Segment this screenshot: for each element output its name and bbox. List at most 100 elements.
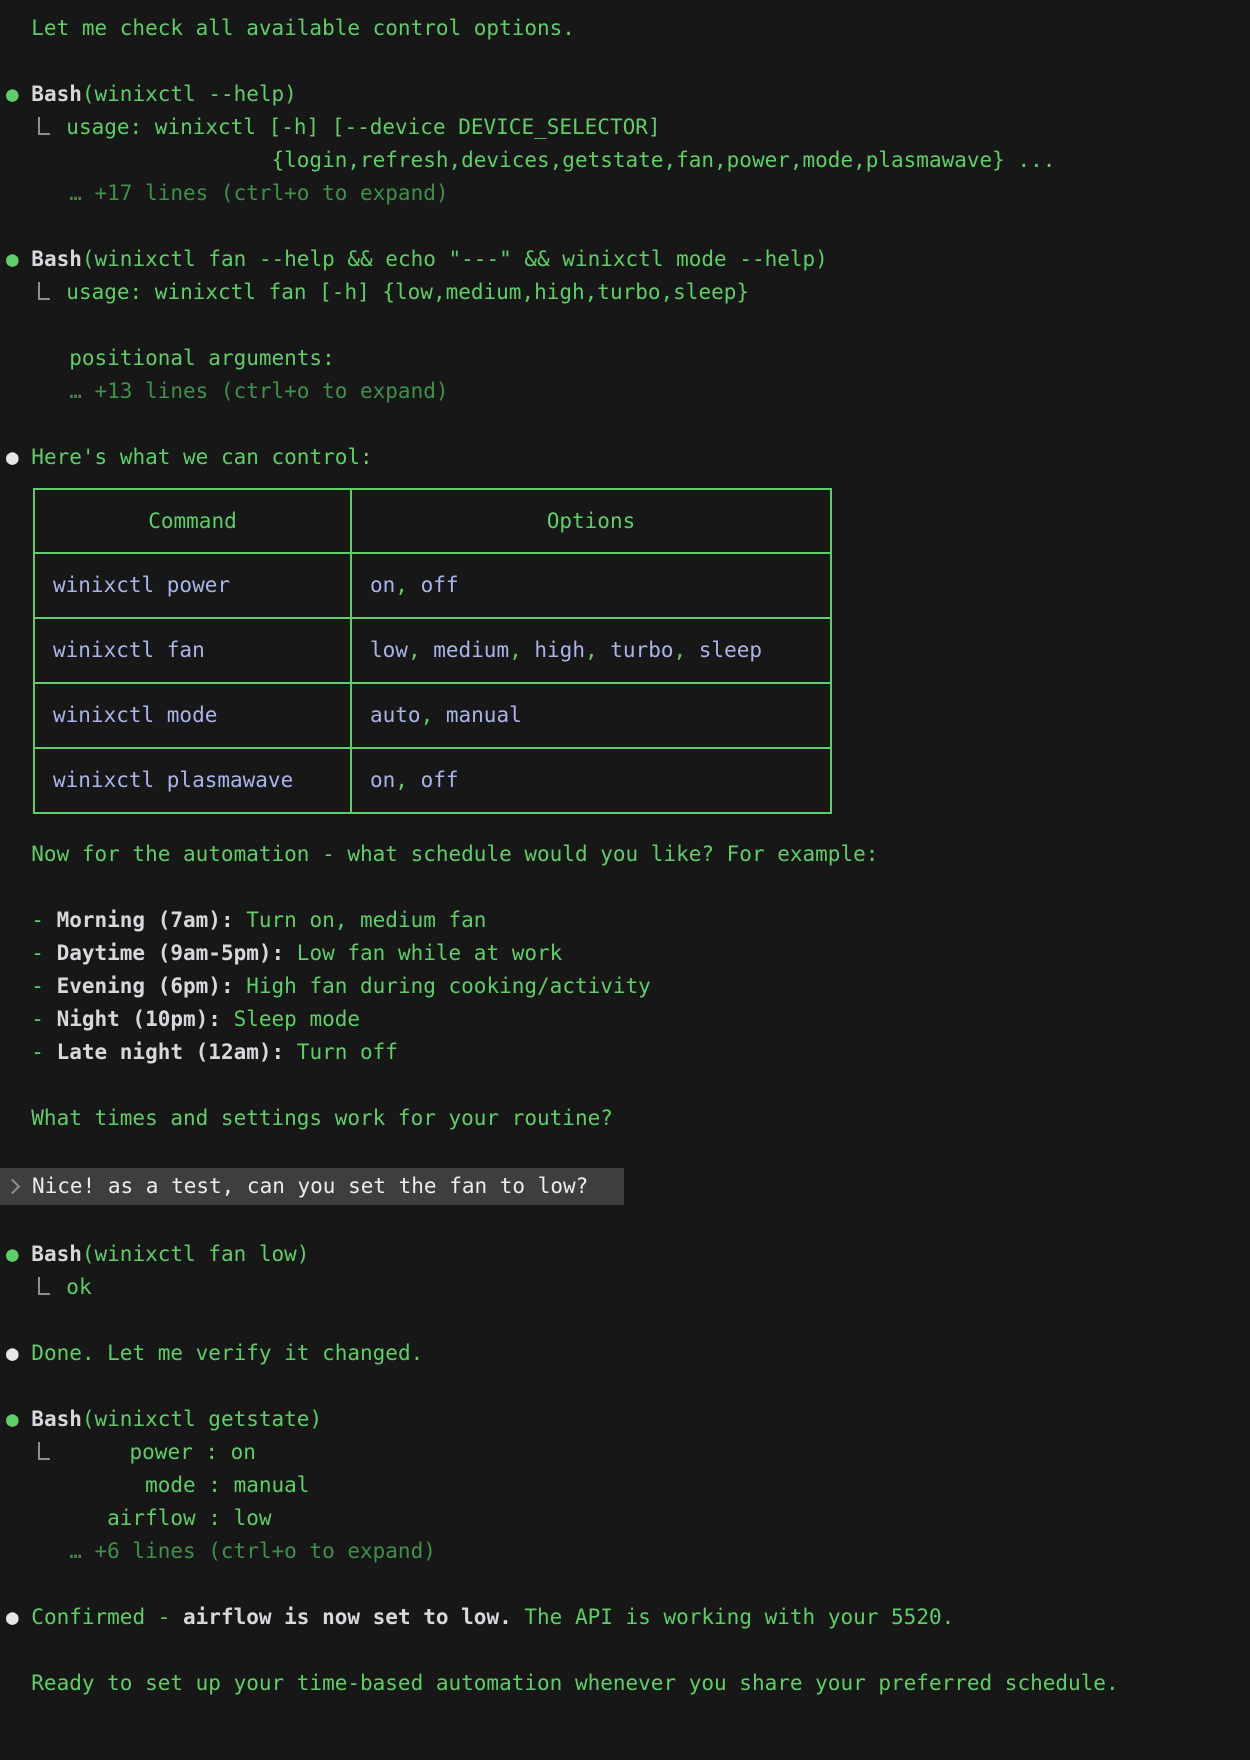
text-segment: Bash xyxy=(31,247,82,271)
schedule-item: - Late night (12am): Turn off xyxy=(6,1036,1250,1069)
message-bullet-icon: ● xyxy=(6,1605,31,1629)
tool-result-line: airflow : low xyxy=(6,1502,1250,1535)
text-segment: ok xyxy=(66,1275,91,1299)
option-separator: , xyxy=(395,573,420,597)
options-cell: low, medium, high, turbo, sleep xyxy=(351,618,831,683)
text-segment: Evening (6pm): xyxy=(57,974,234,998)
schedule-item: - Daytime (9am-5pm): Low fan while at wo… xyxy=(6,937,1250,970)
text-segment: Turn off xyxy=(284,1040,398,1064)
assistant-text: Let me check all available control optio… xyxy=(6,12,1250,45)
command-code: winixctl power xyxy=(53,573,230,597)
text-segment: Confirmed - xyxy=(31,1605,183,1629)
text-segment: (winixctl --help) xyxy=(82,82,297,106)
text-segment: Let me check all available control optio… xyxy=(6,16,575,40)
prompt-chevron-icon xyxy=(5,1179,21,1195)
text-segment: … +13 lines (ctrl+o to expand) xyxy=(6,379,449,403)
blank-line xyxy=(6,1069,1250,1102)
text-segment: usage: winixctl [-h] [--device DEVICE_SE… xyxy=(66,115,660,139)
option-code: auto xyxy=(370,703,421,727)
blank-line xyxy=(6,1568,1250,1601)
assistant-text: ● Confirmed - airflow is now set to low.… xyxy=(6,1601,1250,1634)
text-segment: power : on xyxy=(66,1440,256,1464)
expand-hint: … +13 lines (ctrl+o to expand) xyxy=(6,375,1250,408)
result-connector-icon xyxy=(38,1277,50,1295)
text-segment: The API is working with your 5520. xyxy=(512,1605,955,1629)
command-code: winixctl fan xyxy=(53,638,205,662)
user-message: Nice! as a test, can you set the fan to … xyxy=(0,1168,624,1205)
options-cell: auto, manual xyxy=(351,683,831,748)
option-separator: , xyxy=(408,638,433,662)
text-segment: … +6 lines (ctrl+o to expand) xyxy=(6,1539,436,1563)
message-bullet-icon: ● xyxy=(6,1242,31,1266)
option-code: on xyxy=(370,573,395,597)
table-header-row: Command Options xyxy=(34,489,831,553)
table-header-label: Command xyxy=(148,509,237,533)
text-segment: (winixctl fan --help && echo "---" && wi… xyxy=(82,247,828,271)
text-segment: Night (10pm): xyxy=(57,1007,221,1031)
tool-call-bash: ● Bash(winixctl getstate) xyxy=(6,1403,1250,1436)
control-options-table: CommandOptionswinixctl poweron, offwinix… xyxy=(33,488,832,814)
blank-line xyxy=(6,1634,1250,1667)
option-separator: , xyxy=(395,768,420,792)
options-cell: on, off xyxy=(351,553,831,618)
table-row: winixctl plasmawave on, off xyxy=(34,748,831,813)
text-segment: High fan during cooking/activity xyxy=(234,974,651,998)
tool-result-line: mode : manual xyxy=(6,1469,1250,1502)
text-segment: - xyxy=(6,974,57,998)
option-code: manual xyxy=(446,703,522,727)
option-code: sleep xyxy=(699,638,762,662)
message-bullet-icon: ● xyxy=(6,1341,31,1365)
schedule-item: - Morning (7am): Turn on, medium fan xyxy=(6,904,1250,937)
blank-line xyxy=(6,309,1250,342)
table-row: winixctl modeauto, manual xyxy=(34,683,831,748)
user-message-text: Nice! as a test, can you set the fan to … xyxy=(32,1170,588,1203)
message-bullet-icon: ● xyxy=(6,445,31,469)
tool-result-line: usage: winixctl fan [-h] {low,medium,hig… xyxy=(6,276,1250,309)
terminal-output[interactable]: Let me check all available control optio… xyxy=(0,0,1250,1760)
text-segment: Sleep mode xyxy=(221,1007,360,1031)
command-cell: winixctl power xyxy=(34,553,351,618)
text-segment: What times and settings work for your ro… xyxy=(6,1106,613,1130)
text-segment: (winixctl getstate) xyxy=(82,1407,322,1431)
tool-result-line: usage: winixctl [-h] [--device DEVICE_SE… xyxy=(6,111,1250,144)
text-segment: Here's what we can control: xyxy=(31,445,372,469)
command-cell: winixctl fan xyxy=(34,618,351,683)
tool-result-line: power : on xyxy=(6,1436,1250,1469)
message-bullet-icon: ● xyxy=(6,247,31,271)
text-segment: airflow : low xyxy=(6,1506,272,1530)
text-segment: mode : manual xyxy=(6,1473,309,1497)
text-segment: Ready to set up your time-based automati… xyxy=(6,1671,1119,1695)
option-separator: , xyxy=(673,638,698,662)
table-header-cell: Options xyxy=(351,489,831,553)
blank-line xyxy=(6,210,1250,243)
assistant-text: ● Here's what we can control: xyxy=(6,441,1250,474)
option-code: off xyxy=(421,573,459,597)
text-segment: Bash xyxy=(31,1242,82,1266)
text-segment: - xyxy=(6,908,57,932)
options-cell: on, off xyxy=(351,748,831,813)
command-cell: winixctl mode xyxy=(34,683,351,748)
assistant-text: ● Done. Let me verify it changed. xyxy=(6,1337,1250,1370)
tool-call-bash: ● Bash(winixctl --help) xyxy=(6,78,1250,111)
text-segment: Morning (7am): xyxy=(57,908,234,932)
assistant-text: Now for the automation - what schedule w… xyxy=(6,838,1250,871)
blank-line xyxy=(6,408,1250,441)
result-connector-icon xyxy=(38,282,50,300)
tool-result-line: {login,refresh,devices,getstate,fan,powe… xyxy=(6,144,1250,177)
option-code: medium xyxy=(433,638,509,662)
command-cell: winixctl plasmawave xyxy=(34,748,351,813)
text-segment: Turn on, medium fan xyxy=(234,908,487,932)
expand-hint: … +6 lines (ctrl+o to expand) xyxy=(6,1535,1250,1568)
option-code: turbo xyxy=(610,638,673,662)
blank-line xyxy=(6,45,1250,78)
message-bullet-icon: ● xyxy=(6,1407,31,1431)
table-header-cell: Command xyxy=(34,489,351,553)
command-code: winixctl plasmawave xyxy=(53,768,293,792)
assistant-text: Ready to set up your time-based automati… xyxy=(6,1667,1250,1700)
option-separator: , xyxy=(585,638,610,662)
expand-hint: … +17 lines (ctrl+o to expand) xyxy=(6,177,1250,210)
text-segment: usage: winixctl fan [-h] {low,medium,hig… xyxy=(66,280,749,304)
option-code: low xyxy=(370,638,408,662)
text-segment: (winixctl fan low) xyxy=(82,1242,310,1266)
message-bullet-icon: ● xyxy=(6,82,31,106)
